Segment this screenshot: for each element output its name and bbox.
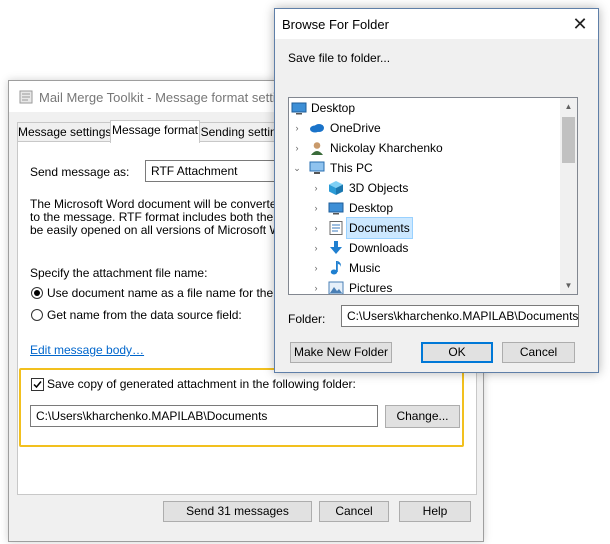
tree-item-pictures[interactable]: › Pictures bbox=[289, 278, 559, 295]
tree-item-label: Desktop bbox=[311, 101, 356, 115]
folder-label: Folder: bbox=[288, 312, 326, 326]
tree-item-label: Pictures bbox=[349, 281, 393, 295]
desktop-folder-icon bbox=[328, 202, 344, 215]
scroll-thumb[interactable] bbox=[562, 117, 575, 163]
folder-path-field[interactable]: C:\Users\kharchenko.MAPILAB\Documents bbox=[341, 305, 579, 327]
cube-icon bbox=[329, 181, 343, 195]
edit-message-body-link[interactable]: Edit message body… bbox=[30, 343, 144, 357]
tree-item-label: Desktop bbox=[349, 201, 394, 215]
chevron-right-icon[interactable]: › bbox=[311, 238, 321, 258]
chevron-right-icon[interactable]: › bbox=[311, 258, 321, 278]
tree-item-label: Documents bbox=[346, 217, 413, 239]
tree-item-music[interactable]: › Music bbox=[289, 258, 559, 278]
mail-merge-title: Mail Merge Toolkit - Message format sett… bbox=[39, 90, 297, 105]
documents-icon bbox=[329, 221, 343, 235]
computer-icon bbox=[309, 161, 325, 174]
chevron-right-icon[interactable]: › bbox=[292, 118, 302, 138]
mail-merge-app-icon bbox=[19, 90, 33, 104]
ok-button[interactable]: OK bbox=[421, 342, 493, 363]
tree-item-label: OneDrive bbox=[330, 121, 381, 135]
scroll-down-arrow-icon[interactable]: ▼ bbox=[560, 277, 577, 294]
make-new-folder-button[interactable]: Make New Folder bbox=[290, 342, 392, 363]
browse-prompt: Save file to folder... bbox=[288, 51, 391, 65]
desktop-icon bbox=[291, 102, 307, 115]
pictures-icon bbox=[328, 281, 344, 294]
tree-item-desktop[interactable]: › Desktop bbox=[289, 198, 559, 218]
tab-message-format[interactable]: Message format bbox=[110, 120, 200, 143]
description-line-2: to the message. RTF format includes both… bbox=[30, 210, 296, 224]
description-line-3: be easily opened on all versions of Micr… bbox=[30, 223, 298, 237]
browse-titlebar: Browse For Folder ✕ bbox=[275, 9, 598, 39]
tree-item-label: Nickolay Kharchenko bbox=[330, 141, 443, 155]
download-icon bbox=[330, 241, 342, 254]
browse-cancel-button[interactable]: Cancel bbox=[502, 342, 575, 363]
browse-title: Browse For Folder bbox=[282, 17, 389, 32]
chevron-right-icon[interactable]: › bbox=[311, 178, 321, 198]
chevron-right-icon[interactable]: › bbox=[311, 218, 321, 238]
cancel-button[interactable]: Cancel bbox=[319, 501, 389, 522]
radio-use-document-name[interactable] bbox=[31, 287, 43, 299]
browse-for-folder-dialog: Browse For Folder ✕ Save file to folder.… bbox=[274, 8, 599, 373]
attachment-name-label: Specify the attachment file name: bbox=[30, 266, 208, 280]
tree-item-user[interactable]: › Nickolay Kharchenko bbox=[289, 138, 559, 158]
scroll-up-arrow-icon[interactable]: ▲ bbox=[560, 98, 577, 115]
chevron-right-icon[interactable]: › bbox=[311, 198, 321, 218]
tree-item-this-pc[interactable]: ⌄ This PC bbox=[289, 158, 559, 178]
tab-message-settings[interactable]: Message settings bbox=[17, 122, 111, 142]
music-icon bbox=[330, 261, 341, 275]
tree-item-desktop-root[interactable]: Desktop bbox=[289, 98, 559, 118]
description-line-1: The Microsoft Word document will be conv… bbox=[30, 197, 306, 211]
tree-item-downloads[interactable]: › Downloads bbox=[289, 238, 559, 258]
radio-get-name-from-field[interactable] bbox=[31, 309, 43, 321]
chevron-down-icon[interactable]: ⌄ bbox=[292, 158, 302, 178]
send-as-select[interactable]: RTF Attachment bbox=[145, 160, 285, 182]
save-copy-highlight bbox=[19, 368, 464, 447]
help-button[interactable]: Help bbox=[399, 501, 471, 522]
user-icon bbox=[311, 142, 323, 155]
radio-get-name-from-field-label[interactable]: Get name from the data source field: bbox=[47, 308, 242, 322]
tree-item-label: This PC bbox=[330, 161, 373, 175]
close-icon[interactable]: ✕ bbox=[568, 13, 592, 35]
tree-item-3d-objects[interactable]: › 3D Objects bbox=[289, 178, 559, 198]
tree-scrollbar[interactable]: ▲ ▼ bbox=[560, 98, 577, 294]
folder-tree[interactable]: Desktop › OneDrive › Nickolay Kharchenko… bbox=[288, 97, 578, 295]
cloud-icon bbox=[310, 124, 324, 133]
send-messages-button[interactable]: Send 31 messages bbox=[163, 501, 312, 522]
tree-item-documents[interactable]: › Documents bbox=[289, 217, 559, 239]
chevron-right-icon[interactable]: › bbox=[292, 138, 302, 158]
tree-item-onedrive[interactable]: › OneDrive bbox=[289, 118, 559, 138]
send-as-label: Send message as: bbox=[30, 165, 130, 179]
tree-item-label: Downloads bbox=[349, 241, 409, 255]
tree-item-label: 3D Objects bbox=[349, 181, 409, 195]
chevron-right-icon[interactable]: › bbox=[311, 278, 321, 294]
tree-item-label: Music bbox=[349, 261, 381, 275]
